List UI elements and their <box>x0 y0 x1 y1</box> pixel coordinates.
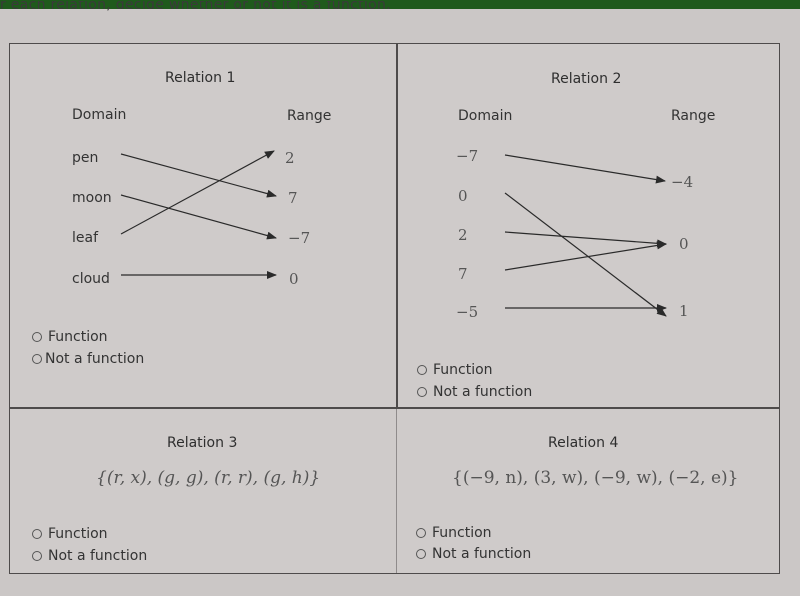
relation-4-cell: Relation 4 {(−9, n), (3, w), (−9, w), (−… <box>398 409 779 573</box>
option-label: Function <box>48 526 108 542</box>
relation-2-cell: Relation 2 Domain Range −7 0 2 7 −5 −4 0… <box>398 44 779 407</box>
option-label: Not a function <box>432 546 532 562</box>
relation-2-arrows <box>504 154 667 317</box>
relations-grid: Relation 1 Domain Range pen moon leaf cl… <box>9 43 780 574</box>
radio-button[interactable] <box>32 332 42 342</box>
option-function[interactable]: Function <box>32 526 108 542</box>
divider-vertical-lower <box>396 408 397 573</box>
instruction-text: r each relation, decide whether or not i… <box>0 1 391 13</box>
mapping-arrow-neg7-neg4 <box>504 154 666 184</box>
option-label: Function <box>432 525 492 541</box>
option-not-a-function[interactable]: Not a function <box>416 546 531 562</box>
option-not-a-function[interactable]: Not a function <box>32 351 144 367</box>
option-not-a-function[interactable]: Not a function <box>417 384 532 400</box>
mapping-arrow-moon-neg7 <box>120 194 277 240</box>
radio-button[interactable] <box>416 528 426 538</box>
relation-1-cell: Relation 1 Domain Range pen moon leaf cl… <box>10 44 396 407</box>
option-function[interactable]: Function <box>416 525 492 541</box>
option-label: Not a function <box>45 351 145 367</box>
option-label: Not a function <box>433 384 533 400</box>
relation-3-title: Relation 3 <box>167 435 238 451</box>
mapping-arrow-2-0 <box>504 231 667 248</box>
option-label: Not a function <box>48 548 148 564</box>
relation-4-title: Relation 4 <box>548 435 619 451</box>
radio-button[interactable] <box>416 549 426 559</box>
radio-button[interactable] <box>417 365 427 375</box>
relation-3-cell: Relation 3 {(r, x), (g, g), (r, r), (g, … <box>10 409 396 573</box>
option-label: Function <box>48 329 108 345</box>
radio-button[interactable] <box>417 387 427 397</box>
radio-button[interactable] <box>32 529 42 539</box>
relation-4-set: {(−9, n), (3, w), (−9, w), (−2, e)} <box>452 468 739 488</box>
option-label: Function <box>433 362 493 378</box>
option-function[interactable]: Function <box>417 362 493 378</box>
radio-button[interactable] <box>32 354 42 364</box>
mapping-arrow-0-1 <box>504 192 667 317</box>
radio-button[interactable] <box>32 551 42 561</box>
option-function[interactable]: Function <box>32 329 108 345</box>
relation-3-set: {(r, x), (g, g), (r, r), (g, h)} <box>96 468 321 488</box>
mapping-arrow-leaf-2 <box>120 150 275 235</box>
mapping-arrow-pen-7 <box>120 153 277 198</box>
option-not-a-function[interactable]: Not a function <box>32 548 147 564</box>
mapping-arrow-7-0 <box>504 241 667 271</box>
